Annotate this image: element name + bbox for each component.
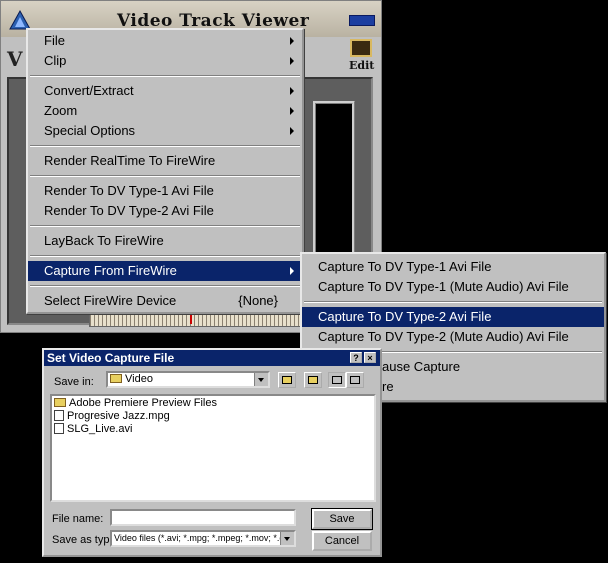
edit-label[interactable]: Edit [349, 59, 374, 72]
menu-item-label: Zoom [44, 103, 78, 118]
menu-item-label: Convert/Extract [44, 83, 134, 98]
file-name: Progresive Jazz.mpg [67, 410, 170, 422]
set-video-capture-file-dialog: Set Video Capture File ? × Save in: Vide… [42, 348, 382, 557]
submenu-item-capture-dv-type1[interactable]: Capture To DV Type-1 Avi File [302, 257, 604, 277]
folder-icon [110, 374, 122, 383]
chevron-down-icon[interactable] [254, 373, 268, 386]
file-name: Adobe Premiere Preview Files [69, 397, 217, 409]
submenu-arrow-icon [290, 57, 294, 65]
up-folder-icon [282, 376, 292, 384]
menu-item-label: LayBack To FireWire [44, 233, 164, 248]
help-button[interactable]: ? [350, 352, 362, 363]
list-item[interactable]: SLG_Live.avi [54, 423, 372, 436]
menu-item-label: Render To DV Type-1 Avi File [44, 183, 214, 198]
menu-item-label: Capture To DV Type-2 Avi File [318, 309, 492, 324]
list-view-button[interactable] [328, 372, 346, 388]
new-folder-icon [308, 376, 318, 384]
submenu-arrow-icon [290, 267, 294, 275]
details-view-icon [350, 376, 360, 384]
menu-item-render-dv-type2[interactable]: Render To DV Type-2 Avi File [28, 201, 302, 221]
menu-item-select-firewire-device[interactable]: Select FireWire Device {None} [28, 291, 302, 311]
save-in-value: Video [125, 373, 153, 385]
filename-label: File name: [52, 513, 104, 525]
folder-icon [54, 398, 66, 407]
submenu-item-capture-dv-type1-mute[interactable]: Capture To DV Type-1 (Mute Audio) Avi Fi… [302, 277, 604, 297]
file-name: SLG_Live.avi [67, 423, 133, 435]
dialog-title: Set Video Capture File [47, 351, 175, 365]
close-button[interactable]: × [364, 352, 376, 363]
menu-separator [30, 145, 300, 147]
menu-item-label: Capture From FireWire [44, 263, 177, 278]
menu-separator [304, 301, 602, 303]
up-folder-button[interactable] [278, 372, 296, 388]
new-folder-button[interactable] [304, 372, 322, 388]
chevron-down-icon[interactable] [280, 532, 294, 545]
menu-item-label: Render To DV Type-2 Avi File [44, 203, 214, 218]
menu-separator [30, 75, 300, 77]
mpg-file-icon [54, 410, 64, 421]
menu-separator [30, 285, 300, 287]
submenu-arrow-icon [290, 107, 294, 115]
menu-item-label: Special Options [44, 123, 136, 138]
save-type-combo[interactable]: Video files (*.avi; *.mpg; *.mpeg; *.mov… [110, 530, 296, 547]
minimize-icon[interactable] [349, 15, 375, 26]
save-type-value: Video files (*.avi; *.mpg; *.mpeg; *.mov… [114, 533, 290, 543]
menu-item-clip[interactable]: Clip [28, 51, 302, 71]
viewer-logo-letter: V [7, 47, 23, 71]
file-list[interactable]: Adobe Premiere Preview Files Progresive … [50, 394, 376, 502]
submenu-arrow-icon [290, 87, 294, 95]
menu-item-label: File [44, 33, 65, 48]
menu-item-label: Clip [44, 53, 67, 68]
menu-separator [30, 225, 300, 227]
menu-item-label: Capture To DV Type-1 (Mute Audio) Avi Fi… [318, 279, 569, 294]
list-view-icon [332, 376, 342, 384]
menu-item-special-options[interactable]: Special Options [28, 121, 302, 141]
details-view-button[interactable] [346, 372, 364, 388]
menu-item-capture-from-firewire[interactable]: Capture From FireWire [28, 261, 302, 281]
menu-separator [30, 175, 300, 177]
menu-item-label: Capture To DV Type-2 (Mute Audio) Avi Fi… [318, 329, 569, 344]
save-in-label: Save in: [54, 376, 94, 388]
menu-item-label: Select FireWire Device [44, 293, 177, 308]
submenu-item-capture-dv-type2-mute[interactable]: Capture To DV Type-2 (Mute Audio) Avi Fi… [302, 327, 604, 347]
cancel-button[interactable]: Cancel [312, 531, 372, 551]
menu-item-layback[interactable]: LayBack To FireWire [28, 231, 302, 251]
menu-item-label: Render RealTime To FireWire [44, 153, 216, 168]
save-type-label: Save as type: [52, 534, 119, 546]
save-in-combo[interactable]: Video [106, 371, 270, 388]
menu-item-render-realtime[interactable]: Render RealTime To FireWire [28, 151, 302, 171]
device-value: {None} [238, 293, 278, 308]
edit-icon[interactable] [350, 39, 372, 57]
avi-file-icon [54, 423, 64, 434]
submenu-arrow-icon [290, 37, 294, 45]
save-button[interactable]: Save [311, 508, 373, 530]
menu-separator [30, 255, 300, 257]
menu-item-zoom[interactable]: Zoom [28, 101, 302, 121]
menu-item-label: Capture To DV Type-1 Avi File [318, 259, 492, 274]
menu-item-render-dv-type1[interactable]: Render To DV Type-1 Avi File [28, 181, 302, 201]
dialog-titlebar[interactable]: Set Video Capture File ? × [44, 350, 380, 366]
list-item[interactable]: Progresive Jazz.mpg [54, 410, 372, 423]
submenu-arrow-icon [290, 127, 294, 135]
menu-item-file[interactable]: File [28, 31, 302, 51]
menu-item-convert-extract[interactable]: Convert/Extract [28, 81, 302, 101]
main-context-menu: File Clip Convert/Extract Zoom Special O… [26, 28, 304, 314]
list-item[interactable]: Adobe Premiere Preview Files [54, 397, 372, 410]
filename-input[interactable] [110, 509, 296, 526]
submenu-item-capture-dv-type2[interactable]: Capture To DV Type-2 Avi File [302, 307, 604, 327]
